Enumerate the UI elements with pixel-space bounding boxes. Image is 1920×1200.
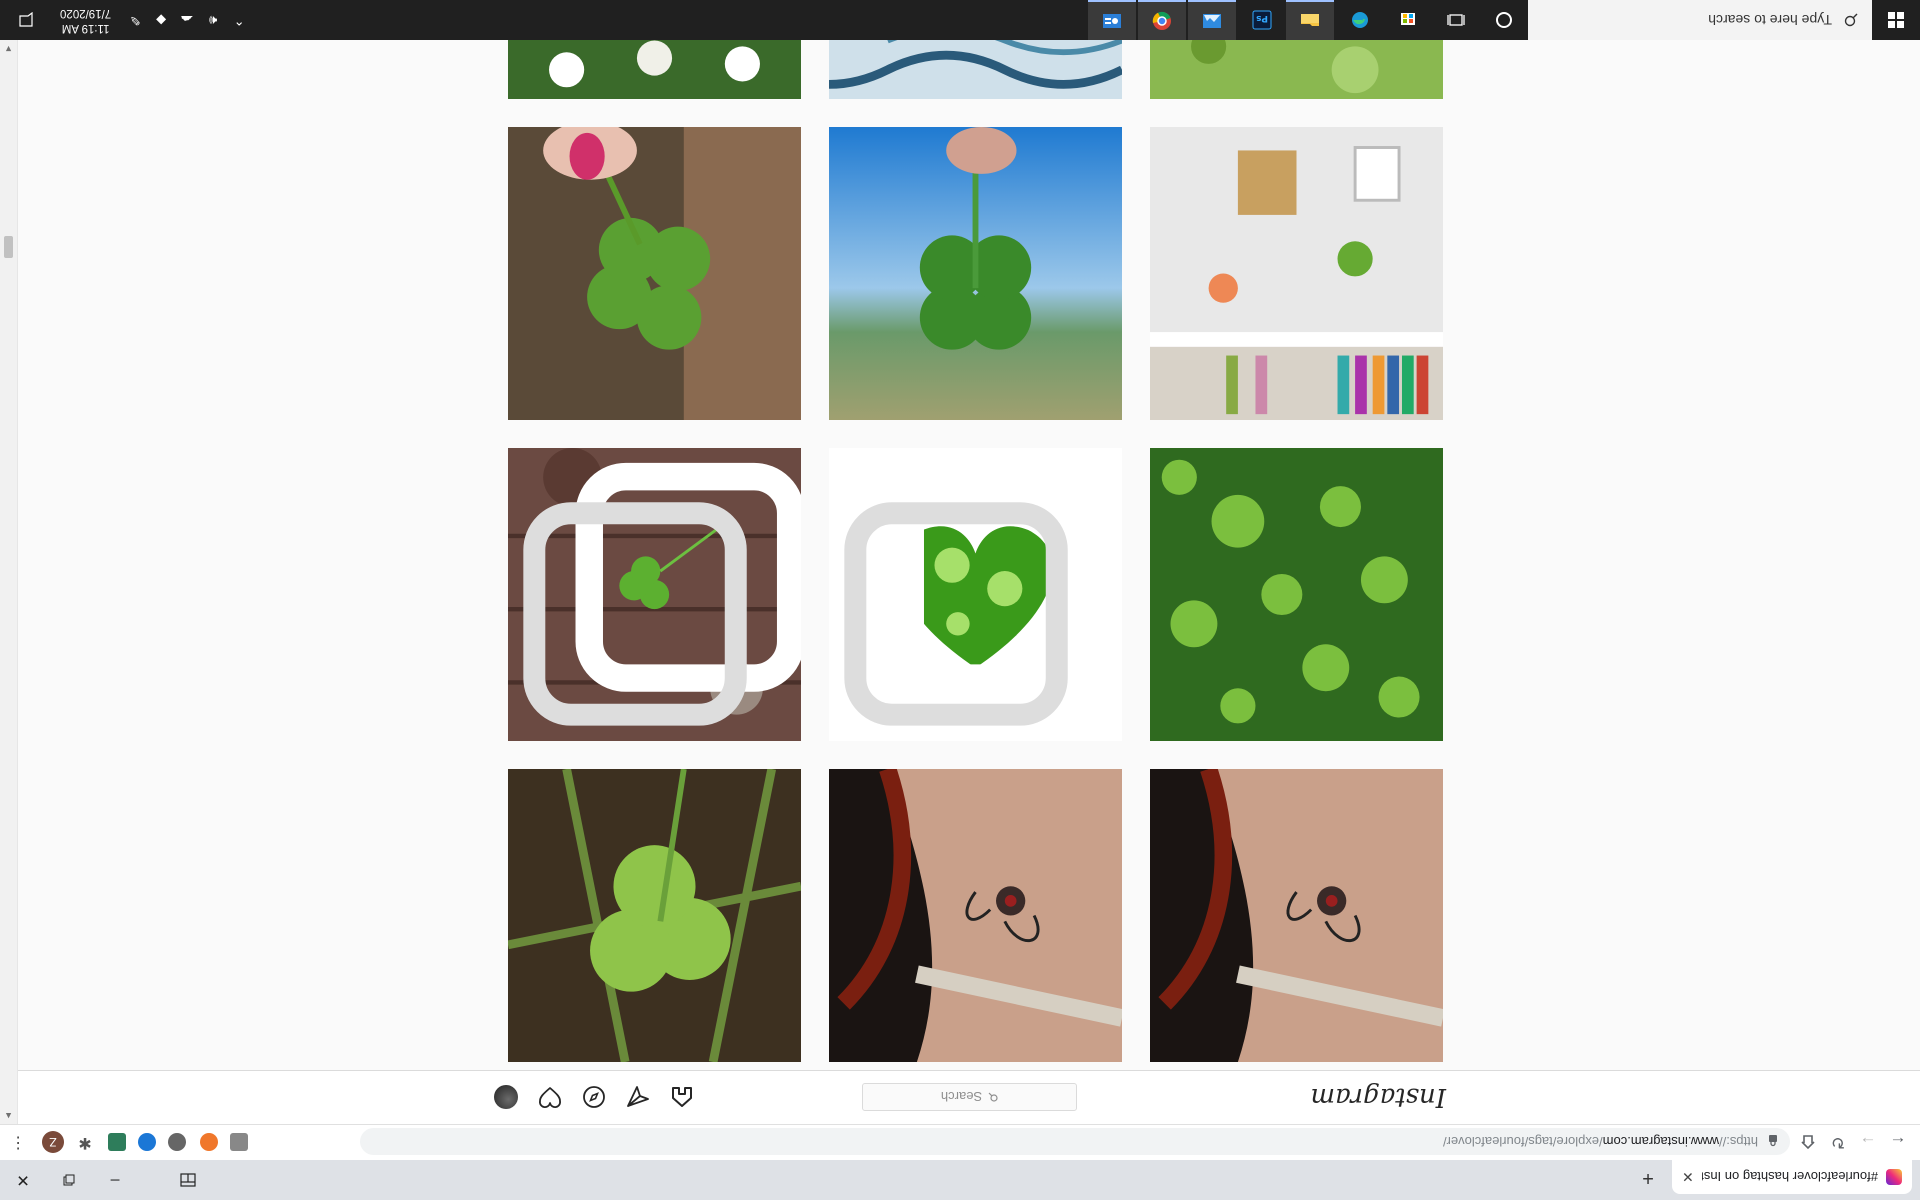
minimize-button[interactable]: –: [92, 1160, 138, 1200]
microsoft-store-icon[interactable]: [1384, 0, 1432, 40]
instagram-favicon-icon: [1886, 1169, 1902, 1185]
tab-title: #fourleafclover hashtag on Inst: [1701, 1169, 1878, 1185]
onedrive-icon[interactable]: ☁: [179, 12, 195, 28]
chevron-up-icon[interactable]: ⌃: [231, 12, 247, 28]
clock-time: 11:19 AM: [61, 22, 110, 34]
task-view-icon[interactable]: [1432, 0, 1480, 40]
extension-icon[interactable]: [108, 1133, 126, 1151]
edge-icon[interactable]: [1336, 0, 1384, 40]
extension-icon[interactable]: [168, 1133, 186, 1151]
carousel-icon: [523, 462, 801, 726]
search-placeholder: Search: [940, 1089, 983, 1105]
forward-icon[interactable]: →: [1854, 1129, 1882, 1155]
explore-icon[interactable]: [582, 1085, 606, 1109]
tab-strip: #fourleafclover hashtag on Inst ✕ + – ✕: [0, 1160, 1920, 1200]
profile-avatar[interactable]: [494, 1085, 518, 1109]
url-host: www.instagram.com: [1602, 1134, 1719, 1149]
page-scrollbar[interactable]: ▲ ▼: [0, 40, 18, 1124]
scroll-up-icon[interactable]: ▲: [0, 1107, 17, 1124]
svg-text:Ps: Ps: [1256, 13, 1268, 23]
address-bar[interactable]: https:// www.instagram.com /explore/tags…: [360, 1128, 1790, 1155]
back-icon[interactable]: ←: [1884, 1129, 1912, 1155]
search-input[interactable]: Search: [862, 1083, 1077, 1111]
extension-icon[interactable]: [138, 1133, 156, 1151]
window-close-button[interactable]: ✕: [0, 1160, 46, 1200]
post-tile-white-flowers[interactable]: [508, 40, 801, 99]
post-tile-tattoo[interactable]: [1150, 769, 1443, 1062]
file-explorer-icon[interactable]: [1286, 0, 1334, 40]
url-protocol: https://: [1718, 1134, 1758, 1149]
taskbar-search-box[interactable]: Type here to search: [1528, 0, 1872, 40]
tab-search-icon[interactable]: [165, 1160, 211, 1200]
menu-icon[interactable]: ⋮: [10, 1130, 26, 1154]
photos-icon[interactable]: [1188, 0, 1236, 40]
scrollbar-thumb[interactable]: [4, 236, 13, 258]
post-tile-clover-patch[interactable]: [1150, 448, 1443, 741]
post-tile-clover-sky[interactable]: [829, 127, 1122, 420]
direct-icon[interactable]: [626, 1085, 650, 1109]
extension-icon[interactable]: [230, 1133, 248, 1151]
browser-toolbar: ← → ↻ https:// www.instagram.com /explor…: [0, 1124, 1920, 1160]
post-tile-clover[interactable]: [508, 769, 801, 1062]
pen-icon[interactable]: ✎: [127, 12, 143, 28]
home-icon[interactable]: [1794, 1129, 1822, 1155]
post-tile-tattoo[interactable]: [829, 769, 1122, 1062]
maximize-button[interactable]: [46, 1160, 92, 1200]
post-tile-quilled-heart[interactable]: [829, 448, 1122, 741]
taskbar: Type here to search Ps ⌃ 🔊︎ ☁ ◆ ✎ 11:19 …: [0, 0, 1920, 40]
new-tab-button[interactable]: +: [1634, 1164, 1662, 1192]
notification-icon[interactable]: [8, 0, 44, 40]
profile-avatar[interactable]: Z: [42, 1131, 64, 1153]
cortana-icon[interactable]: [1480, 0, 1528, 40]
post-tile-bookshelf[interactable]: [1150, 127, 1443, 420]
volume-icon[interactable]: 🔊︎: [205, 12, 221, 28]
clock[interactable]: 11:19 AM 7/19/2020: [54, 5, 117, 35]
lock-icon: [1769, 1135, 1777, 1147]
url-path: /explore/tags/fourleafclover/: [1442, 1134, 1603, 1149]
scroll-down-icon[interactable]: ▼: [0, 40, 17, 57]
control-panel-icon[interactable]: [1088, 0, 1136, 40]
instagram-header: Instagram Search: [18, 1070, 1920, 1124]
windows-start-icon[interactable]: [1872, 0, 1920, 40]
chrome-icon[interactable]: [1138, 0, 1186, 40]
home-icon[interactable]: [670, 1085, 694, 1109]
post-tile-clover-fingers[interactable]: [508, 127, 801, 420]
close-tab-icon[interactable]: ✕: [1682, 1169, 1694, 1186]
nav-icons: [494, 1085, 694, 1109]
carousel-icon: [844, 462, 1122, 726]
page-viewport: Instagram Search ▲ ▼: [0, 40, 1920, 1124]
extension-icon[interactable]: [200, 1133, 218, 1151]
system-tray: ⌃ 🔊︎ ☁ ◆ ✎ 11:19 AM 7/19/2020: [0, 0, 247, 40]
post-tile-blue-pattern[interactable]: [829, 40, 1122, 99]
screen: #fourleafclover hashtag on Inst ✕ + – ✕ …: [0, 0, 1920, 1200]
search-icon: [1844, 13, 1858, 27]
heart-icon[interactable]: [538, 1085, 562, 1109]
dropbox-icon[interactable]: ◆: [153, 12, 169, 28]
photoshop-icon[interactable]: Ps: [1238, 0, 1286, 40]
reload-icon[interactable]: ↻: [1824, 1129, 1852, 1155]
puzzle-icon[interactable]: ✱: [76, 1133, 94, 1151]
search-icon: [988, 1092, 998, 1102]
post-tile-grass[interactable]: [1150, 40, 1443, 99]
instagram-logo[interactable]: Instagram: [1310, 1082, 1446, 1112]
clock-date: 7/19/2020: [60, 7, 112, 19]
browser-tab[interactable]: #fourleafclover hashtag on Inst ✕: [1672, 1160, 1912, 1194]
post-tile-clover-wood[interactable]: [508, 448, 801, 741]
taskbar-search-placeholder: Type here to search: [1708, 12, 1832, 28]
